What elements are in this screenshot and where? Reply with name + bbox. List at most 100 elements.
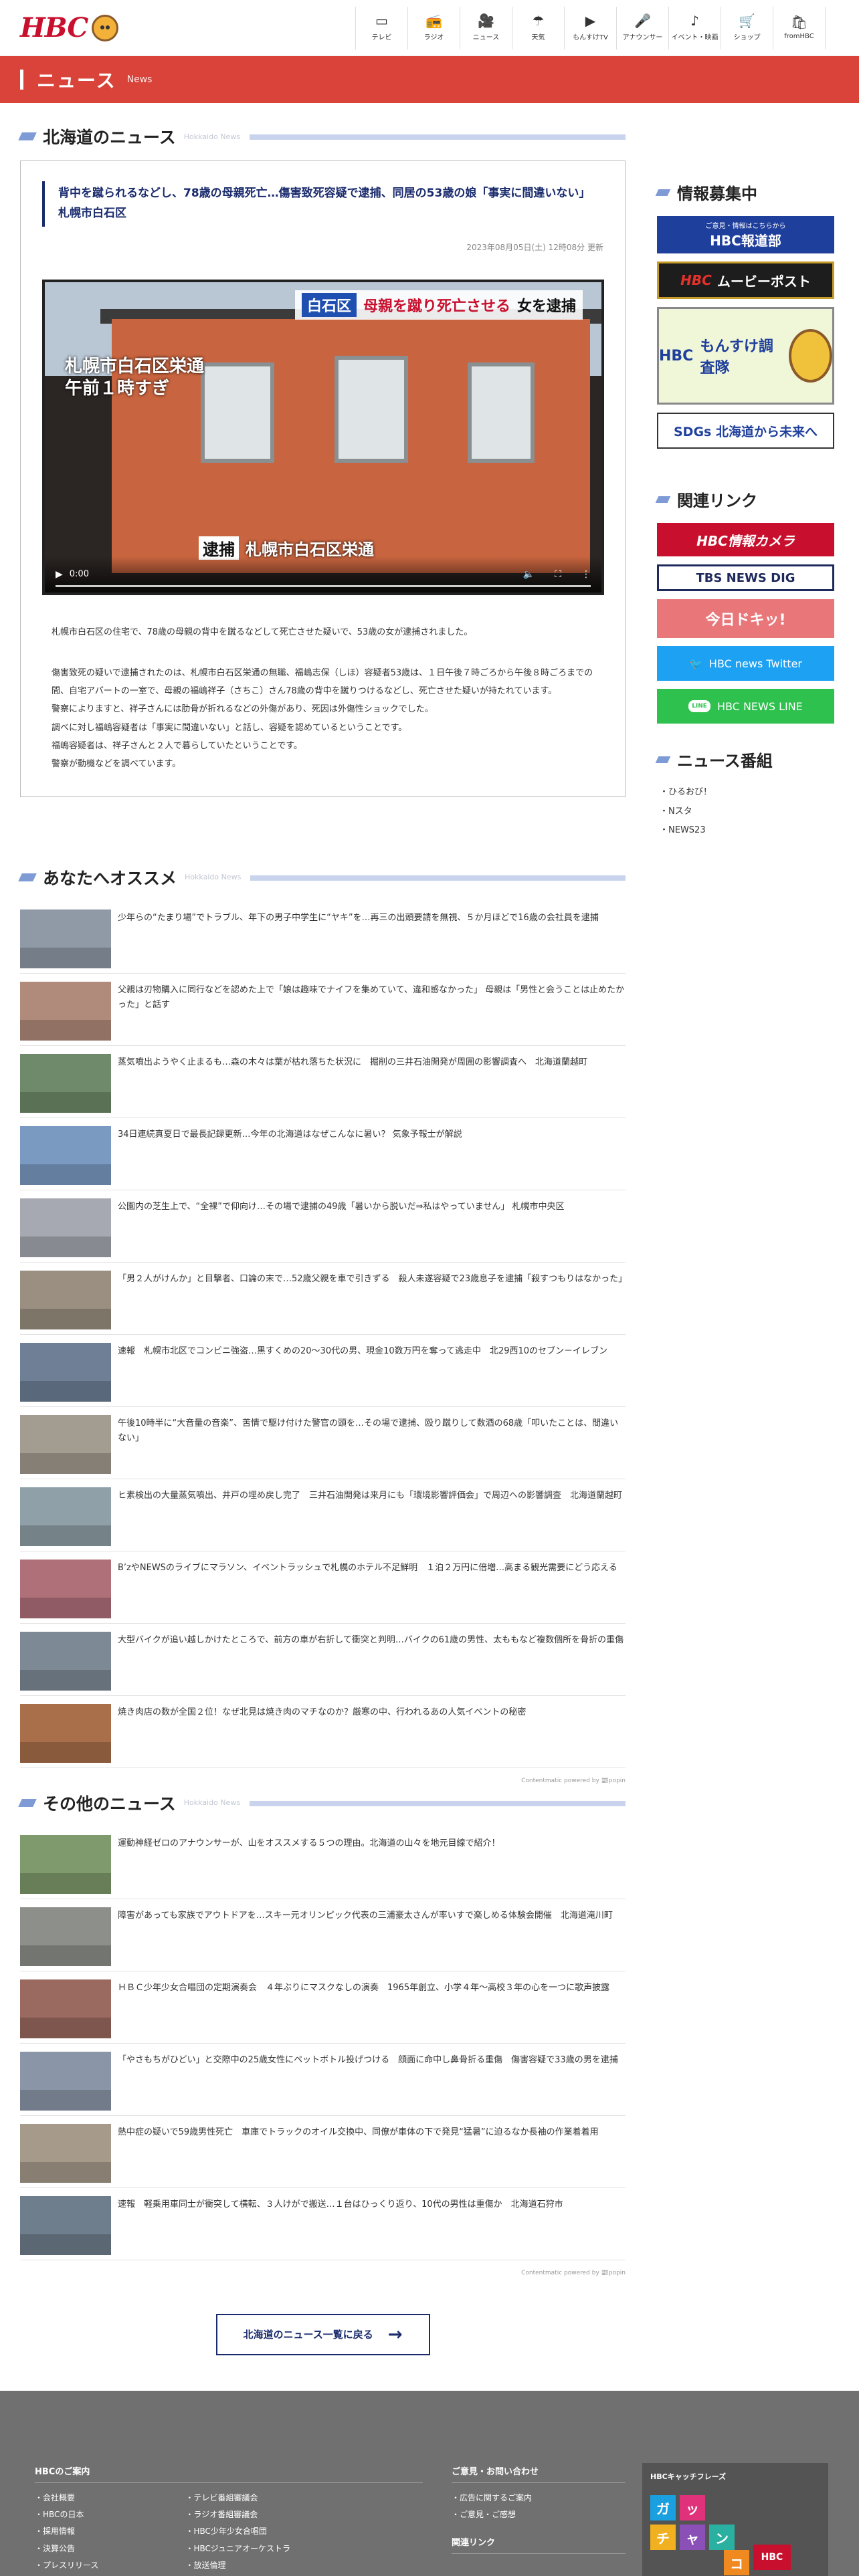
news-list-item[interactable]: 「やさもちがひどい」と交際中の25歳女性にペットボトル投げつける 顔面に命中し鼻… <box>20 2044 626 2116</box>
news-list-item[interactable]: B’zやNEWSのライブにマラソン、イベントラッシュで札幌のホテル不足鮮明 １泊… <box>20 1551 626 1624</box>
news-thumbnail[interactable] <box>20 2123 111 2183</box>
news-thumbnail[interactable] <box>20 1198 111 1257</box>
powered-by[interactable]: Contentmatic powered by 📰popin <box>20 1768 626 1788</box>
more-options-icon[interactable]: ⋮ <box>581 569 591 580</box>
news-headline[interactable]: 午後10時半に“大音量の音楽”、苦情で駆け付けた警官の頭を…その場で逮捕、殴り蹴… <box>118 1415 626 1479</box>
news-thumbnail[interactable] <box>20 1559 111 1618</box>
program-link[interactable]: ・Nスタ <box>660 802 834 822</box>
volume-icon[interactable]: 🔈 <box>523 569 535 580</box>
news-thumbnail[interactable] <box>20 1053 111 1113</box>
hbc-logo[interactable]: HBC <box>20 12 119 43</box>
footer-link[interactable]: HBCの日本 <box>35 2506 98 2523</box>
footer-link[interactable]: 採用情報 <box>35 2523 98 2540</box>
news-thumbnail[interactable] <box>20 981 111 1041</box>
footer-link[interactable]: 放送倫理 <box>185 2557 290 2574</box>
news-list-item[interactable]: 公園内の芝生上で、“全裸”で仰向け…その場で逮捕の49歳「暑いから脱いだ⇒私はや… <box>20 1190 626 1263</box>
gnav-item-cart[interactable]: 🛒 ショップ <box>721 6 773 49</box>
sdgs-banner[interactable]: SDGs 北海道から未来へ <box>657 413 834 449</box>
gnav-item-radio[interactable]: 📻 ラジオ <box>408 6 460 49</box>
kyo-dokki-link[interactable]: 今日ドキッ! <box>657 599 834 638</box>
news-thumbnail[interactable] <box>20 1270 111 1329</box>
news-headline[interactable]: 「男２人がけんか」と目撃者、口論の末で…52歳父親を車で引きずる 殺人未遂容疑で… <box>118 1271 627 1334</box>
footer-link[interactable]: 決算公告 <box>35 2541 98 2557</box>
gnav-item-news[interactable]: 🎥 ニュース <box>460 6 512 49</box>
news-list-item[interactable]: 速報 札幌市北区でコンビニ強盗…黒すくめの20～30代の男、現金10数万円を奪っ… <box>20 1335 626 1407</box>
news-thumbnail[interactable] <box>20 1907 111 1966</box>
news-headline[interactable]: ＨＢＣ少年少女合唱団の定期演奏会 ４年ぶりにマスクなしの演奏 1965年創立、小… <box>118 1979 609 2043</box>
footer-link[interactable]: 会社概要 <box>35 2490 98 2506</box>
news-thumbnail[interactable] <box>20 909 111 968</box>
news-headline[interactable]: 公園内の芝生上で、“全裸”で仰向け…その場で逮捕の49歳「暑いから脱いだ⇒私はや… <box>118 1198 564 1262</box>
footer-link[interactable]: ラジオ番組審議会 <box>185 2506 290 2523</box>
back-to-news-list-button[interactable]: 北海道のニュース一覧に戻る → <box>215 2313 430 2355</box>
news-list-item[interactable]: ヒ素検出の大量蒸気噴出、井戸の埋め戻し完了 三井石油開発は来月にも「環境影響評価… <box>20 1479 626 1551</box>
news-thumbnail[interactable] <box>20 1703 111 1763</box>
news-thumbnail[interactable] <box>20 1487 111 1546</box>
news-thumbnail[interactable] <box>20 1125 111 1185</box>
line-link[interactable]: LINE HBC NEWS LINE <box>657 689 834 724</box>
footer-link[interactable]: HBCジュニアオーケストラ <box>185 2541 290 2557</box>
news-thumbnail[interactable] <box>20 2195 111 2255</box>
news-headline[interactable]: 焼き肉店の数が全国２位！なぜ北見は焼き肉のマチなのか？厳寒の中、行われるあの人気… <box>118 1704 526 1767</box>
fullscreen-icon[interactable]: ⛶ <box>555 569 561 580</box>
footer-link[interactable]: プレスリリース <box>35 2557 98 2574</box>
news-thumbnail[interactable] <box>20 1414 111 1474</box>
news-headline[interactable]: B’zやNEWSのライブにマラソン、イベントラッシュで札幌のホテル不足鮮明 １泊… <box>118 1560 617 1623</box>
news-list-item[interactable]: 「男２人がけんか」と目撃者、口論の末で…52歳父親を車で引きずる 殺人未遂容疑で… <box>20 1263 627 1335</box>
news-headline[interactable]: 速報 札幌市北区でコンビニ強盗…黒すくめの20～30代の男、現金10数万円を奪っ… <box>118 1343 607 1406</box>
news-list-item[interactable]: 焼き肉店の数が全国２位！なぜ北見は焼き肉のマチなのか？厳寒の中、行われるあの人気… <box>20 1696 626 1768</box>
news-list-item[interactable]: 運動神経ゼロのアナウンサーが、山をオススメする５つの理由。北海道の山々を地元目線… <box>20 1827 626 1899</box>
footer-link[interactable]: HBC少年少女合唱団 <box>185 2523 290 2540</box>
news-list-item[interactable]: 障害があっても家族でアウトドアを…スキー元オリンピック代表の三浦豪太さんが率いす… <box>20 1899 626 1971</box>
footer-link[interactable]: ご意見・ご感想 <box>452 2506 626 2523</box>
news-thumbnail[interactable] <box>20 2051 111 2111</box>
news-headline[interactable]: 熱中症の疑いで59歳男性死亡 車庫でトラックのオイル交換中、同僚が車体の下で発見… <box>118 2124 599 2187</box>
news-list-item[interactable]: 父親は刃物購入に同行などを認めた上で「娘は趣味でナイフを集めていて、違和感なかっ… <box>20 974 626 1046</box>
news-thumbnail[interactable] <box>20 1342 111 1402</box>
news-thumbnail[interactable] <box>20 1631 111 1691</box>
monsuke-banner[interactable]: HBC もんすけ調査隊 <box>657 307 834 405</box>
news-thumbnail[interactable] <box>20 1979 111 2038</box>
news-headline[interactable]: 運動神経ゼロのアナウンサーが、山をオススメする５つの理由。北海道の山々を地元目線… <box>118 1835 500 1899</box>
news-list-item[interactable]: 午後10時半に“大音量の音楽”、苦情で駆け付けた警官の頭を…その場で逮捕、殴り蹴… <box>20 1407 626 1479</box>
gnav-item-tv[interactable]: ▭ テレビ <box>356 6 408 49</box>
news-headline[interactable]: 障害があっても家族でアウトドアを…スキー元オリンピック代表の三浦豪太さんが率いす… <box>118 1907 613 1971</box>
powered-by[interactable]: Contentmatic powered by 📰popin <box>20 2260 626 2280</box>
gnav-item-bag[interactable]: 🛍 fromHBC <box>773 6 826 49</box>
news-headline[interactable]: 少年らの“たまり場”でトラブル、年下の男子中学生に“ヤキ”を…再三の出頭要請を無… <box>118 909 599 973</box>
news-list-item[interactable]: 速報 軽乗用車同士が衝突して横転、３人けがで搬送…１台はひっくり返り、10代の男… <box>20 2188 626 2260</box>
news-headline[interactable]: ヒ素検出の大量蒸気噴出、井戸の埋め戻し完了 三井石油開発は来月にも「環境影響評価… <box>118 1487 622 1551</box>
video-progress-track[interactable] <box>56 584 591 587</box>
news-list-item[interactable]: ＨＢＣ少年少女合唱団の定期演奏会 ４年ぶりにマスクなしの演奏 1965年創立、小… <box>20 1971 626 2044</box>
news-list-item[interactable]: 熱中症の疑いで59歳男性死亡 車庫でトラックのオイル交換中、同僚が車体の下で発見… <box>20 2116 626 2188</box>
gnav-item-microphone[interactable]: 🎤 アナウンサー <box>617 6 669 49</box>
news-headline[interactable]: 34日連続真夏日で最長記録更新…今年の北海道はなぜこんなに暑い？ 気象予報士が解… <box>118 1126 462 1190</box>
movie-post-banner[interactable]: HBC ムービーポスト <box>657 261 834 299</box>
program-link[interactable]: ・ひるおび！ <box>660 783 834 802</box>
program-link[interactable]: ・NEWS23 <box>660 821 834 841</box>
news-list-item[interactable]: 34日連続真夏日で最長記録更新…今年の北海道はなぜこんなに暑い？ 気象予報士が解… <box>20 1118 626 1190</box>
news-headline[interactable]: 「やさもちがひどい」と交際中の25歳女性にペットボトル投げつける 顔面に命中し鼻… <box>118 2052 618 2115</box>
gnav-item-video[interactable]: ▶ もんすけTV <box>565 6 617 49</box>
news-headline[interactable]: 蒸気噴出ようやく止まるも…森の木々は葉が枯れ落ちた状況に 掘削の三井石油開発が周… <box>118 1054 587 1117</box>
gnav-item-music[interactable]: ♪ イベント・映画 <box>669 6 721 49</box>
footer-link[interactable]: テレビ番組審議会 <box>185 2490 290 2506</box>
tbs-news-dig-link[interactable]: TBS NEWS DIG <box>657 564 834 591</box>
twitter-link[interactable]: 🐦 HBC news Twitter <box>657 646 834 681</box>
hbc-news-camera-banner[interactable]: ご意見・情報はこちらから HBC報道部 <box>657 216 834 253</box>
hbc-info-camera-link[interactable]: HBC情報カメラ <box>657 523 834 556</box>
footer-link[interactable]: 広告に関するご案内 <box>452 2490 626 2506</box>
news-thumbnail[interactable] <box>20 1834 111 1894</box>
article-video-player[interactable]: 白石区 母親を蹴り死亡させる 女を逮捕 札幌市白石区栄通 午前１時すぎ 逮捕 札… <box>42 279 604 595</box>
section-subtitle: Hokkaido News <box>183 132 241 141</box>
gnav-item-weather[interactable]: ☂ 天気 <box>512 6 565 49</box>
news-headline[interactable]: 父親は刃物購入に同行などを認めた上で「娘は趣味でナイフを集めていて、違和感なかっ… <box>118 982 626 1045</box>
news-list-item[interactable]: 蒸気噴出ようやく止まるも…森の木々は葉が枯れ落ちた状況に 掘削の三井石油開発が周… <box>20 1046 626 1118</box>
news-headline[interactable]: 速報 軽乗用車同士が衝突して横転、３人けがで搬送…１台はひっくり返り、10代の男… <box>118 2196 563 2260</box>
news-list-item[interactable]: 少年らの“たまり場”でトラブル、年下の男子中学生に“ヤキ”を…再三の出頭要請を無… <box>20 901 626 974</box>
news-headline[interactable]: 大型バイクが追い越しかけたところで、前方の車が右折して衝突と判明…バイクの61歳… <box>118 1632 624 1695</box>
news-list-item[interactable]: 大型バイクが追い越しかけたところで、前方の車が右折して衝突と判明…バイクの61歳… <box>20 1624 626 1696</box>
recommend-heading: あなたへオススメ Hokkaido News <box>18 864 626 891</box>
play-icon[interactable]: ▶ <box>56 569 63 580</box>
recommend-list: 少年らの“たまり場”でトラブル、年下の男子中学生に“ヤキ”を…再三の出頭要請を無… <box>20 901 627 1768</box>
